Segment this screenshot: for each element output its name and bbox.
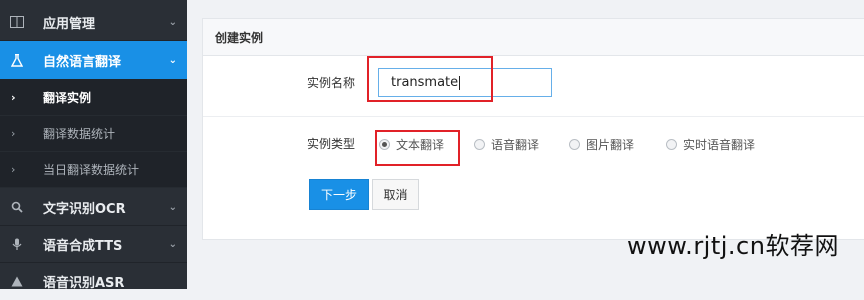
sidebar-subitem-label: 翻译数据统计 xyxy=(43,127,116,141)
warning-icon xyxy=(9,274,25,290)
chevron-right-icon: › xyxy=(11,91,16,104)
instance-type-label: 实例类型 xyxy=(307,137,356,151)
sidebar-subitem-translation-stats[interactable]: › 翻译数据统计 xyxy=(0,116,187,152)
chevron-right-icon: › xyxy=(11,163,16,176)
cancel-button[interactable]: 取消 xyxy=(372,179,419,210)
chevron-down-icon: ⌄ xyxy=(168,16,177,28)
sidebar-item-tts[interactable]: 语音合成TTS ⌄ xyxy=(0,226,187,263)
chevron-down-icon: ⌄ xyxy=(168,54,177,66)
microphone-icon xyxy=(9,236,25,252)
sidebar-subitem-translation-instance[interactable]: › 翻译实例 xyxy=(0,80,187,116)
radio-voice-translation[interactable]: 语音翻译 xyxy=(474,136,539,153)
sidebar-item-label: 自然语言翻译 xyxy=(43,54,122,70)
next-step-button[interactable]: 下一步 xyxy=(309,179,369,210)
sidebar-item-asr[interactable]: 语音识别ASR xyxy=(0,263,187,300)
chevron-down-icon: ⌄ xyxy=(168,238,177,250)
sidebar-item-nlp-translation[interactable]: 自然语言翻译 ⌄ xyxy=(0,41,187,80)
chevron-right-icon: › xyxy=(11,127,16,140)
sidebar-item-label: 语音合成TTS xyxy=(43,238,123,254)
sidebar-subitem-label: 翻译实例 xyxy=(43,91,92,105)
chevron-down-icon: ⌄ xyxy=(168,201,177,213)
sidebar-item-label: 应用管理 xyxy=(43,16,96,32)
sidebar-item-app-management[interactable]: 应用管理 ⌄ xyxy=(0,4,187,41)
panel-icon xyxy=(9,14,25,30)
highlight-box-name xyxy=(367,56,493,102)
sidebar-subitem-daily-stats[interactable]: › 当日翻译数据统计 xyxy=(0,152,187,188)
sidebar-item-label: 文字识别OCR xyxy=(43,201,126,217)
radio-label: 语音翻译 xyxy=(491,138,540,152)
watermark: www.rjtj.cn软荐网 xyxy=(627,232,839,260)
sidebar: 应用管理 ⌄ 自然语言翻译 ⌄ › 翻译实例 › 翻译数据统计 › 当日翻译数据… xyxy=(0,0,187,291)
radio-realtime-voice-translation[interactable]: 实时语音翻译 xyxy=(666,136,755,153)
flask-icon xyxy=(9,52,25,68)
sidebar-item-label: 语音识别ASR xyxy=(43,276,125,291)
radio-image-translation[interactable]: 图片翻译 xyxy=(569,136,634,153)
radio-label: 实时语音翻译 xyxy=(683,138,756,152)
create-instance-panel: 创建实例 实例名称 transmate 实例类型 文本翻译 语音翻译 图片翻译 … xyxy=(202,18,864,240)
sidebar-item-ocr[interactable]: 文字识别OCR ⌄ xyxy=(0,189,187,226)
highlight-box-type xyxy=(375,130,460,166)
radio-button-icon xyxy=(474,139,485,150)
form-divider xyxy=(203,116,864,117)
radio-button-icon xyxy=(666,139,677,150)
search-icon xyxy=(9,199,25,215)
sidebar-subitem-label: 当日翻译数据统计 xyxy=(43,163,140,177)
panel-title: 创建实例 xyxy=(203,19,864,56)
instance-name-label: 实例名称 xyxy=(307,76,356,90)
radio-label: 图片翻译 xyxy=(586,138,635,152)
radio-button-icon xyxy=(569,139,580,150)
